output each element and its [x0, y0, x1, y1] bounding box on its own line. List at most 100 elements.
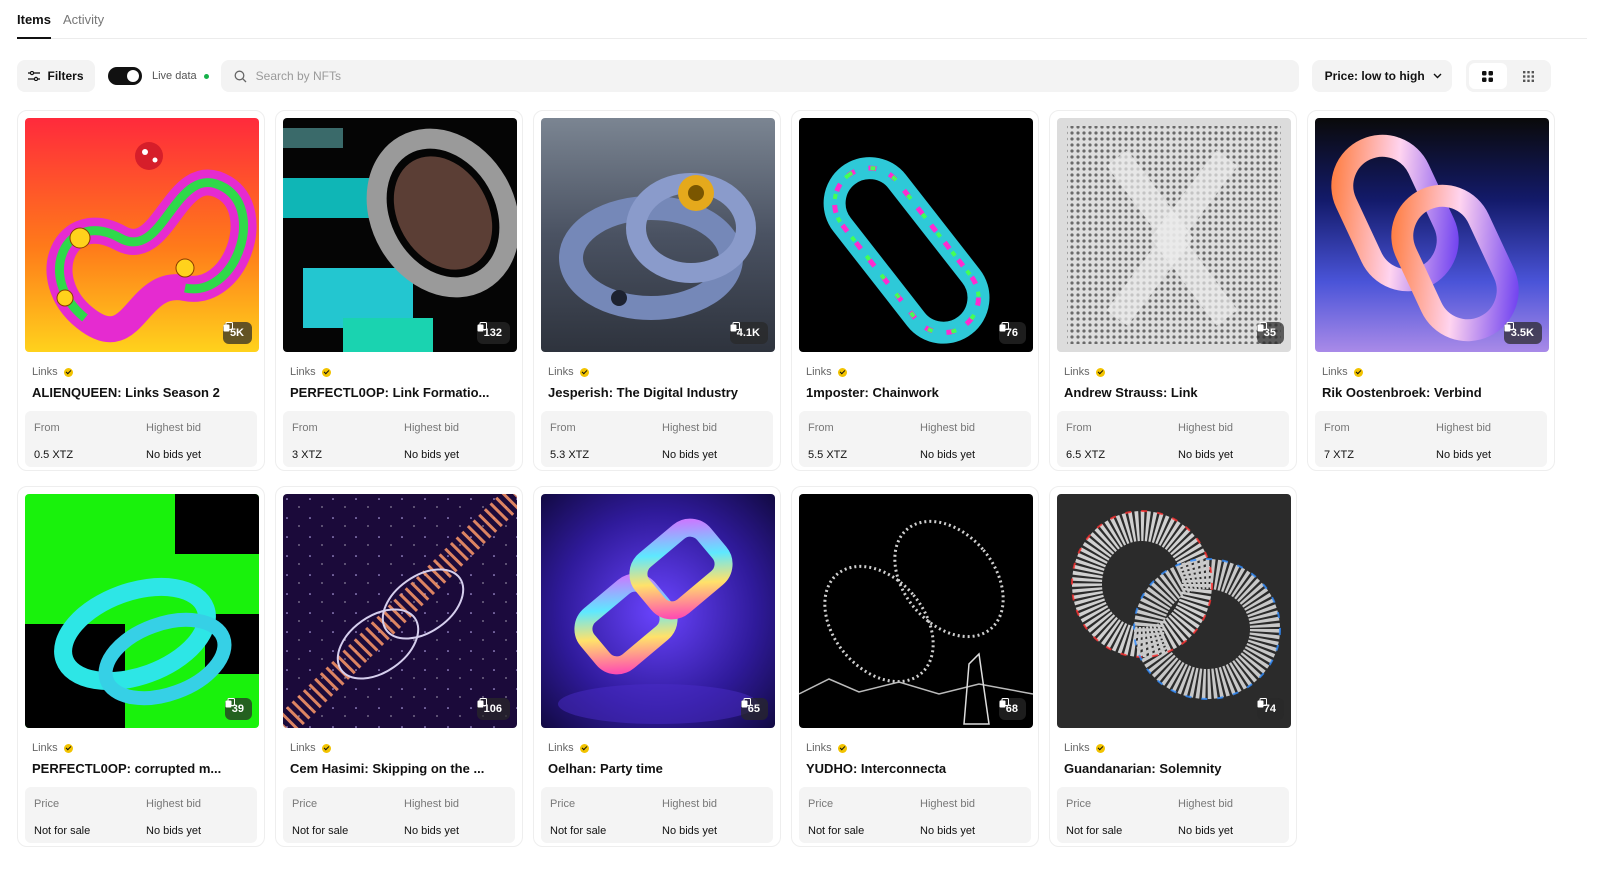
price-label: Price: [34, 798, 60, 810]
nft-card[interactable]: 74 Links Guandanarian: Solemnity Price H…: [1049, 486, 1297, 847]
sort-label: Price: low to high: [1324, 69, 1425, 83]
nft-title: Jesperish: The Digital Industry: [548, 385, 738, 400]
toolbar: Filters Live data Price: low to high: [17, 60, 1587, 92]
editions-icon: [741, 698, 751, 708]
nft-artwork: 35: [1057, 118, 1291, 352]
price-value: 5.3 XTZ: [550, 448, 590, 461]
tab-items[interactable]: Items: [17, 0, 51, 39]
editions-badge: 4.1K: [729, 322, 768, 344]
live-data-toggle[interactable]: [108, 67, 142, 85]
nft-card[interactable]: 65 Links Oelhan: Party time Price Highes…: [533, 486, 781, 847]
editions-badge: 132: [476, 322, 510, 344]
artwork-image: [283, 494, 517, 728]
collection-label: Links: [1064, 742, 1090, 754]
highest-bid-value: No bids yet: [146, 448, 202, 461]
filters-button[interactable]: Filters: [17, 60, 95, 92]
editions-icon: [730, 322, 740, 332]
price-value: Not for sale: [808, 824, 865, 837]
nft-artwork: 68: [799, 494, 1033, 728]
highest-bid-label: Highest bid: [662, 798, 718, 810]
nft-artwork: 39: [25, 494, 259, 728]
price-info: From Highest bid 7 XTZ No bids yet: [1315, 411, 1547, 467]
artwork-image: [1057, 118, 1291, 352]
price-label: From: [808, 422, 834, 434]
sort-dropdown[interactable]: Price: low to high: [1311, 60, 1452, 92]
editions-badge: 76: [998, 322, 1026, 344]
grid-small-view-button[interactable]: [1510, 63, 1548, 89]
collection-name[interactable]: Links: [290, 365, 515, 379]
price-info: Price Highest bid Not for sale No bids y…: [1057, 787, 1289, 843]
nft-card[interactable]: 106 Links Cem Hasimi: Skipping on the ..…: [275, 486, 523, 847]
collection-name[interactable]: Links: [1064, 741, 1289, 755]
grid-small-icon: [1523, 70, 1535, 82]
nft-card[interactable]: 132 Links PERFECTL0OP: Link Formatio... …: [275, 110, 523, 471]
highest-bid-label: Highest bid: [1436, 422, 1492, 434]
verified-badge-icon: [1095, 743, 1105, 753]
price-value: Not for sale: [1066, 824, 1123, 837]
price-info: Price Highest bid Not for sale No bids y…: [25, 787, 257, 843]
search-bar: [220, 60, 1299, 92]
artwork-image: [25, 118, 259, 352]
highest-bid-label: Highest bid: [404, 422, 460, 434]
collection-name[interactable]: Links: [1064, 365, 1289, 379]
editions-count: 3.5K: [1510, 327, 1534, 339]
editions-icon: [999, 698, 1009, 708]
editions-count: 4.1K: [736, 327, 760, 339]
price-info: From Highest bid 5.3 XTZ No bids yet: [541, 411, 773, 467]
editions-icon: [477, 322, 487, 332]
verified-badge-icon: [321, 367, 331, 377]
collection-name[interactable]: Links: [32, 365, 257, 379]
grid-large-view-button[interactable]: [1468, 63, 1507, 89]
nft-card[interactable]: 76 Links 1mposter: Chainwork From Highes…: [791, 110, 1039, 471]
editions-icon: [1257, 698, 1267, 708]
tab-activity[interactable]: Activity: [63, 0, 104, 39]
nft-card[interactable]: 68 Links YUDHO: Interconnecta Price High…: [791, 486, 1039, 847]
highest-bid-label: Highest bid: [662, 422, 718, 434]
price-value: Not for sale: [292, 824, 349, 837]
nft-title: ALIENQUEEN: Links Season 2: [32, 385, 220, 400]
price-label: From: [550, 422, 576, 434]
artwork-image: [541, 118, 775, 352]
nft-card[interactable]: 5K Links ALIENQUEEN: Links Season 2 From…: [17, 110, 265, 471]
price-value: 0.5 XTZ: [34, 448, 74, 461]
price-label: Price: [292, 798, 318, 810]
highest-bid-label: Highest bid: [146, 798, 202, 810]
verified-badge-icon: [63, 743, 73, 753]
nft-grid: 5K Links ALIENQUEEN: Links Season 2 From…: [17, 110, 1555, 847]
nft-artwork: 74: [1057, 494, 1291, 728]
artwork-image: [541, 494, 775, 728]
price-info: From Highest bid 5.5 XTZ No bids yet: [799, 411, 1031, 467]
artwork-image: [283, 118, 517, 352]
nft-title: 1mposter: Chainwork: [806, 385, 939, 400]
collection-name[interactable]: Links: [548, 741, 773, 755]
collection-name[interactable]: Links: [806, 365, 1031, 379]
nft-card[interactable]: 3.5K Links Rik Oostenbroek: Verbind From…: [1307, 110, 1555, 471]
artwork-image: [25, 494, 259, 728]
nft-artwork: 5K: [25, 118, 259, 352]
collection-name[interactable]: Links: [806, 741, 1031, 755]
collection-name[interactable]: Links: [32, 741, 257, 755]
collection-name[interactable]: Links: [1322, 365, 1547, 379]
highest-bid-value: No bids yet: [146, 824, 202, 837]
nft-card[interactable]: 39 Links PERFECTL0OP: corrupted m... Pri…: [17, 486, 265, 847]
editions-badge: 35: [1256, 322, 1284, 344]
verified-badge-icon: [579, 743, 589, 753]
highest-bid-label: Highest bid: [1178, 798, 1234, 810]
editions-badge: 74: [1256, 698, 1284, 720]
collection-label: Links: [1064, 366, 1090, 378]
live-data-label: Live data: [152, 70, 197, 82]
price-value: Not for sale: [34, 824, 91, 837]
search-input[interactable]: [255, 69, 1256, 83]
price-value: 5.5 XTZ: [808, 448, 848, 461]
collection-name[interactable]: Links: [290, 741, 515, 755]
nft-card[interactable]: 4.1K Links Jesperish: The Digital Indust…: [533, 110, 781, 471]
verified-badge-icon: [63, 367, 73, 377]
nft-title: Guandanarian: Solemnity: [1064, 761, 1222, 776]
verified-badge-icon: [1353, 367, 1363, 377]
collection-name[interactable]: Links: [548, 365, 773, 379]
price-label: Price: [808, 798, 834, 810]
verified-badge-icon: [1095, 367, 1105, 377]
nft-card[interactable]: 35 Links Andrew Strauss: Link From Highe…: [1049, 110, 1297, 471]
editions-icon: [477, 698, 487, 708]
price-value: 6.5 XTZ: [1066, 448, 1106, 461]
